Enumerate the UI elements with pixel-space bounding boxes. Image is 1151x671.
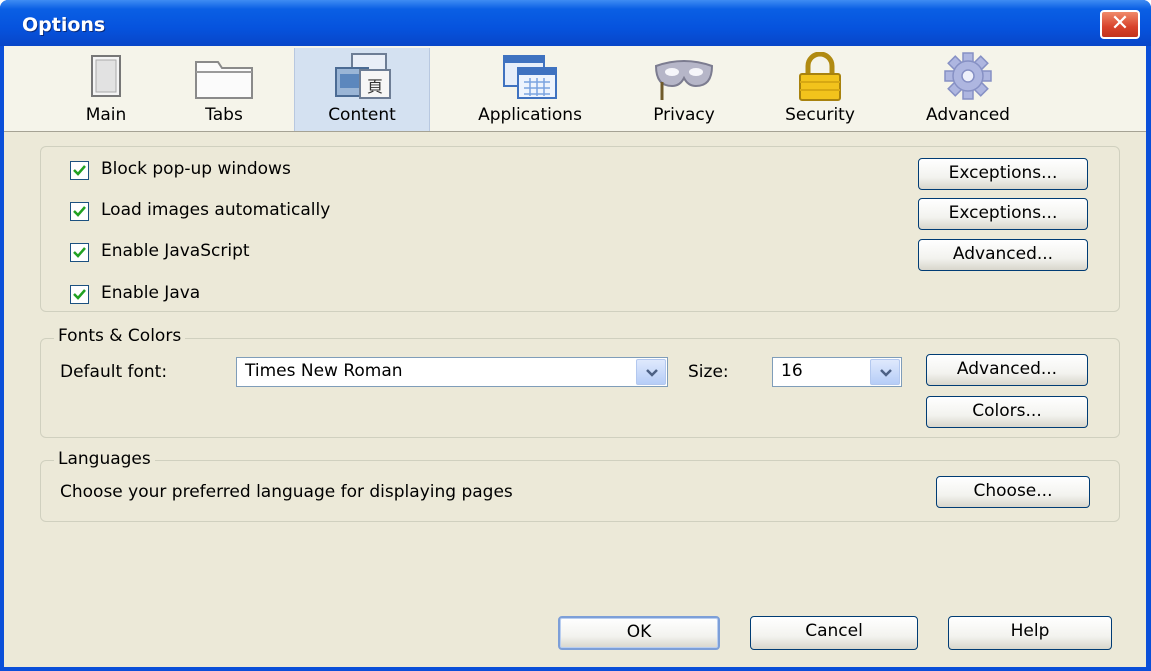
enable-java-checkbox[interactable] <box>70 285 89 304</box>
tab-main[interactable]: Main <box>58 48 154 131</box>
ok-button[interactable]: OK <box>558 616 720 650</box>
fonts-advanced-button[interactable]: Advanced... <box>926 354 1088 386</box>
tab-label: Security <box>785 105 855 125</box>
tab-label: Main <box>85 105 127 125</box>
pane-toolbar: Main Tabs 頁 Content Applications Privacy… <box>4 46 1146 132</box>
tab-privacy[interactable]: Privacy <box>634 48 734 131</box>
enable-java-label: Enable Java <box>101 283 201 303</box>
tab-content[interactable]: 頁 Content <box>294 48 430 131</box>
close-button[interactable]: ✕ <box>1100 10 1140 39</box>
checkmark-icon <box>73 247 86 258</box>
font-size-value: 16 <box>781 361 803 381</box>
font-size-select[interactable]: 16 <box>772 357 902 387</box>
font-dropdown-button[interactable] <box>636 359 666 385</box>
choose-language-button[interactable]: Choose... <box>936 476 1090 508</box>
tab-label: Privacy <box>653 105 715 125</box>
svg-text:頁: 頁 <box>367 77 383 96</box>
javascript-advanced-button[interactable]: Advanced... <box>918 239 1088 271</box>
gear-icon <box>944 52 992 100</box>
enable-javascript-label: Enable JavaScript <box>101 241 250 261</box>
load-images-label: Load images automatically <box>101 200 331 220</box>
content-icon: 頁 <box>335 53 391 99</box>
mask-icon <box>654 60 714 100</box>
cancel-button[interactable]: Cancel <box>750 616 918 650</box>
default-font-value: Times New Roman <box>245 361 403 381</box>
block-popups-checkbox[interactable] <box>70 161 89 180</box>
image-exceptions-button[interactable]: Exceptions... <box>918 198 1088 230</box>
chevron-down-icon <box>880 369 892 377</box>
tab-label: Applications <box>478 105 582 125</box>
colors-button[interactable]: Colors... <box>926 396 1088 428</box>
tab-security[interactable]: Security <box>768 48 872 131</box>
chevron-down-icon <box>646 369 658 377</box>
default-font-label: Default font: <box>60 362 168 382</box>
tab-advanced[interactable]: Advanced <box>908 48 1028 131</box>
help-button[interactable]: Help <box>948 616 1112 650</box>
close-icon: ✕ <box>1110 11 1130 36</box>
tab-label: Tabs <box>205 105 243 125</box>
dialog-client-area: Main Tabs 頁 Content Applications Privacy… <box>4 46 1146 667</box>
tab-applications[interactable]: Applications <box>452 48 608 131</box>
applications-icon <box>503 55 557 99</box>
fonts-colors-legend: Fonts & Colors <box>54 326 186 346</box>
title-bar[interactable]: Options ✕ <box>0 0 1151 46</box>
main-window-icon <box>91 55 121 97</box>
popup-exceptions-button[interactable]: Exceptions... <box>918 158 1088 190</box>
window-title: Options <box>22 14 106 36</box>
padlock-icon <box>799 52 841 101</box>
tab-label: Advanced <box>926 105 1010 125</box>
tab-label: Content <box>328 105 396 125</box>
default-font-select[interactable]: Times New Roman <box>236 357 668 387</box>
tabs-icon <box>195 61 253 99</box>
size-label: Size: <box>688 362 729 382</box>
checkmark-icon <box>73 165 86 176</box>
languages-description: Choose your preferred language for displ… <box>60 482 513 502</box>
size-dropdown-button[interactable] <box>870 359 900 385</box>
checkmark-icon <box>73 206 86 217</box>
load-images-checkbox[interactable] <box>70 202 89 221</box>
options-dialog: Options ✕ Main Tabs 頁 Content Applicatio… <box>0 0 1151 671</box>
languages-legend: Languages <box>54 449 155 469</box>
tab-tabs[interactable]: Tabs <box>180 48 268 131</box>
block-popups-label: Block pop-up windows <box>101 159 291 179</box>
checkmark-icon <box>73 289 86 300</box>
enable-javascript-checkbox[interactable] <box>70 243 89 262</box>
